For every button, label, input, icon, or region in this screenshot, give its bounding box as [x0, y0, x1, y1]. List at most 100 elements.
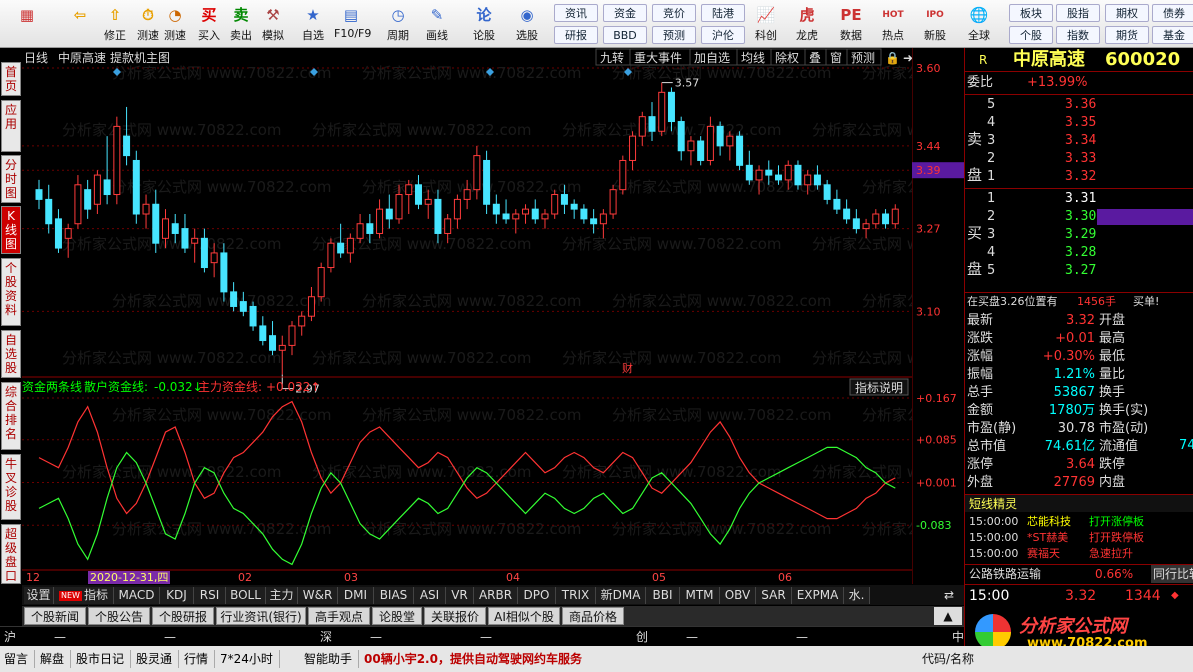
indicator-tab-指标平台[interactable]: NEW指标平台 [54, 587, 114, 619]
status-股市日记[interactable]: 股市日记 [76, 650, 132, 668]
kline-chart-area[interactable]: 分析家公式网 www.70822.com 分析家公式网 www.70822.com… [22, 48, 1082, 584]
toolbar-button-discuss[interactable]: 论论股 [467, 2, 501, 46]
toolbar-link-资金[interactable]: 资金 [603, 4, 647, 22]
index-quote-0[interactable]: 沪 — — [4, 629, 304, 645]
toolbar-link-研报[interactable]: 研报 [554, 26, 598, 44]
date-label: 12 [26, 571, 40, 584]
info-tab-论股堂[interactable]: 论股堂 [372, 607, 422, 625]
indicator-tab-VR[interactable]: VR [446, 587, 474, 604]
toolbar-link-资讯[interactable]: 资讯 [554, 4, 598, 22]
nav-home[interactable]: 首页 [1, 62, 21, 96]
indicator-tab-新DMA[interactable]: 新DMA [596, 587, 646, 604]
toolbar-button-globe[interactable]: 🌐 全球 [962, 2, 996, 46]
indicator-tab-ARBR[interactable]: ARBR [474, 587, 518, 604]
code-search-box[interactable]: 代码/名称 [922, 650, 974, 668]
toolbar-market-基金[interactable]: 基金 [1152, 26, 1193, 44]
status-行情[interactable]: 行情 [184, 650, 216, 668]
toolbar-market-个股[interactable]: 个股 [1009, 26, 1053, 44]
indicator-tab-主力[interactable]: 主力 [266, 587, 298, 604]
status-7*24小时[interactable]: 7*24小时 [220, 650, 280, 668]
news-marquee[interactable]: 00辆小宇2.0，提供自动驾驶网约车服务 [364, 650, 582, 668]
indicator-tab-BIAS[interactable]: BIAS [374, 587, 414, 604]
toolbar-link-陆港[interactable]: 陆港 [701, 4, 745, 22]
indicator-tab-BBI[interactable]: BBI [646, 587, 680, 604]
elf-row[interactable]: 15:00:00 芯能科技 打开涨停板 [965, 514, 1193, 530]
info-tab-个股研报[interactable]: 个股研报 [152, 607, 214, 625]
info-tab-行业资讯(银行)[interactable]: 行业资讯(银行) [216, 607, 306, 625]
tab-scroll-icon[interactable]: ⇄ [934, 585, 964, 605]
elf-row[interactable]: 15:00:00 赛福天 急速拉升 [965, 546, 1193, 562]
sector-compare-button[interactable]: 同行比较 [1151, 565, 1193, 583]
toolbar-market-债券[interactable]: 债券 [1152, 4, 1193, 22]
indicator-tab-DPO[interactable]: DPO [518, 587, 556, 604]
status-智能助手[interactable]: 智能助手 [304, 650, 360, 668]
indicator-tab-TRIX[interactable]: TRIX [556, 587, 596, 604]
toolbar-button-pe-data[interactable]: PE 数据 [834, 2, 868, 46]
candle-body [619, 159, 627, 191]
indicator-tab-设置[interactable]: 设置 [24, 587, 54, 604]
indicator-tab-OBV[interactable]: OBV [720, 587, 756, 604]
indicator-tab-ASI[interactable]: ASI [414, 587, 446, 604]
toolbar-market-板块[interactable]: 板块 [1009, 4, 1053, 22]
toolbar-button-hammer[interactable]: ⚒ 模拟 [256, 2, 290, 46]
nav-apps[interactable]: 应用 [1, 100, 21, 152]
toolbar-button-speed-test[interactable]: ◔ 测速 [158, 2, 192, 46]
indicator-tab-DMI[interactable]: DMI [338, 587, 374, 604]
toolbar-link-竞价[interactable]: 竞价 [652, 4, 696, 22]
nav-watchlist[interactable]: 自选股 [1, 330, 21, 378]
info-tab-商品价格[interactable]: 商品价格 [562, 607, 624, 625]
toolbar-link-BBD[interactable]: BBD [603, 26, 647, 44]
toolbar-market-股指[interactable]: 股指 [1056, 4, 1100, 22]
toolbar-label: F10/F9 [334, 27, 372, 40]
toolbar-button-f10[interactable]: ▤ F10/F9 [334, 2, 372, 46]
toolbar-button-hot[interactable]: HOT 热点 [876, 2, 910, 46]
toolbar-button-select-stock[interactable]: ◉ 选股 [510, 2, 544, 46]
nav-timeshare[interactable]: 分时图 [1, 155, 21, 203]
indicator-tab-BOLL[interactable]: BOLL [226, 587, 266, 604]
index-quote-3[interactable]: 中小 [952, 629, 964, 645]
info-tab-AI相似个股[interactable]: AI相似个股 [488, 607, 560, 625]
index-quote-1[interactable]: 深 — — [320, 629, 620, 645]
info-tab-高手观点[interactable]: 高手观点 [308, 607, 370, 625]
toolbar-button-pencil[interactable]: ✎ 画线 [420, 2, 454, 46]
indicator-tab-EXPMA[interactable]: EXPMA [792, 587, 844, 604]
toolbar-button-dragon-tiger[interactable]: 虎龙虎 [790, 2, 824, 46]
toolbar-button-kechuang[interactable]: 📈 科创 [749, 2, 783, 46]
info-tab-个股公告[interactable]: 个股公告 [88, 607, 150, 625]
indicator-tab-MTM[interactable]: MTM [680, 587, 720, 604]
candle-body [706, 125, 714, 161]
toolbar-button-buy[interactable]: 买买入 [192, 2, 226, 46]
toolbar-button-sell[interactable]: 卖卖出 [224, 2, 258, 46]
indicator-tab-KDJ[interactable]: KDJ [160, 587, 194, 604]
nav-super-level[interactable]: 超级盘口 [1, 524, 21, 584]
toolbar-link-预测[interactable]: 预测 [652, 26, 696, 44]
toolbar-button-back-arrow[interactable]: ⇦ [58, 2, 102, 46]
nav-diagnosis[interactable]: 牛叉诊股 [1, 454, 21, 520]
indicator-tab-RSI[interactable]: RSI [194, 587, 226, 604]
toolbar-button-cycle[interactable]: ◷ 周期 [381, 2, 415, 46]
panel-toggle-icon[interactable]: ▲ [934, 607, 962, 625]
status-股灵通[interactable]: 股灵通 [136, 650, 180, 668]
indicator-tab-W&R[interactable]: W&R [298, 587, 338, 604]
indicator-tab-SAR[interactable]: SAR [756, 587, 792, 604]
nav-kline[interactable]: K线图 [1, 206, 21, 254]
toolbar-market-指数[interactable]: 指数 [1056, 26, 1100, 44]
toolbar-link-沪伦[interactable]: 沪伦 [701, 26, 745, 44]
toolbar-market-期权[interactable]: 期权 [1105, 4, 1149, 22]
status-留言[interactable]: 留言 [4, 650, 36, 668]
nav-stock-info[interactable]: 个股资料 [1, 258, 21, 326]
indicator-tab-水.[interactable]: 水. [844, 587, 870, 604]
index-quote-2[interactable]: 创 — — [636, 629, 936, 645]
toolbar-button-windows-logo[interactable]: ▦ [5, 2, 49, 46]
toolbar-button-star[interactable]: ★ 自选 [296, 2, 330, 46]
indicator-tab-MACD[interactable]: MACD [114, 587, 160, 604]
toolbar-button-ipo[interactable]: IPO 新股 [918, 2, 952, 46]
info-tab-关联报价[interactable]: 关联报价 [424, 607, 486, 625]
info-tab-个股新闻[interactable]: 个股新闻 [24, 607, 86, 625]
status-解盘[interactable]: 解盘 [40, 650, 72, 668]
elf-row[interactable]: 15:00:00 *ST赫美 打开跌停板 [965, 530, 1193, 546]
toolbar-market-期货[interactable]: 期货 [1105, 26, 1149, 44]
toolbar-button-up-arrow[interactable]: ⇧ 修正 [98, 2, 132, 46]
chart-canvas[interactable]: 分析家公式网 www.70822.com 分析家公式网 www.70822.com… [22, 48, 1082, 584]
nav-ranking[interactable]: 综合排名 [1, 382, 21, 450]
